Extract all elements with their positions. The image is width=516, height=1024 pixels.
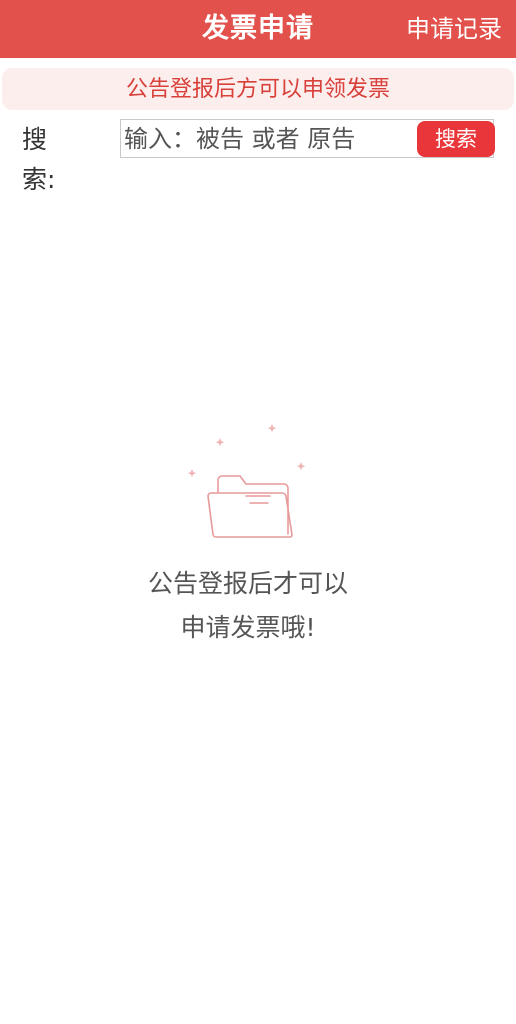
search-input[interactable] (124, 120, 414, 157)
header-bar: 发票申请 申请记录 (0, 0, 516, 58)
empty-state-line1: 公告登报后才可以 (147, 569, 348, 598)
empty-state-message: 公告登报后才可以 申请发票哦! (0, 562, 496, 650)
search-button[interactable]: 搜索 (417, 121, 495, 157)
search-label: 搜索: (22, 125, 56, 194)
empty-state-line2: 申请发票哦! (180, 613, 316, 642)
empty-folder-icon (180, 420, 310, 545)
application-records-link[interactable]: 申请记录 (406, 0, 502, 58)
search-box: 搜索 (120, 119, 495, 158)
notice-banner: 公告登报后方可以申领发票 (2, 68, 514, 110)
